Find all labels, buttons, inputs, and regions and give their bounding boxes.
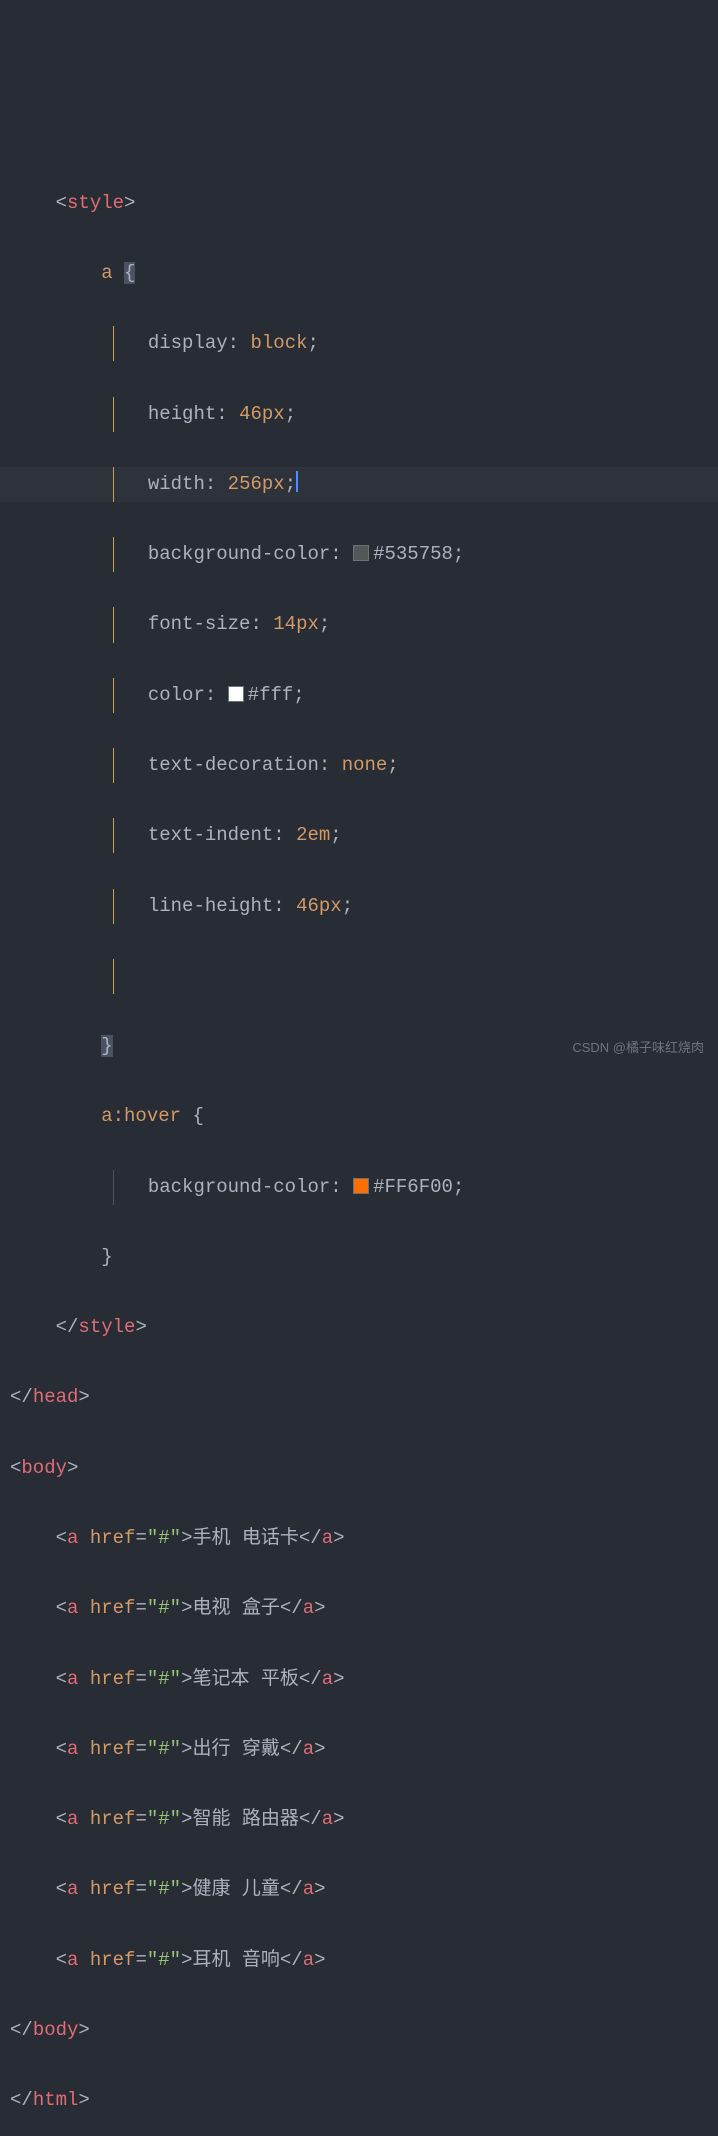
code-block: <style> a { display: block; height: 46px… (0, 151, 718, 2136)
line-height: height: 46px; (0, 397, 718, 432)
line-display: display: block; (0, 326, 718, 361)
line-selector-a: a { (0, 256, 718, 291)
line-textindent: text-indent: 2em; (0, 818, 718, 853)
line-selector-hover: a:hover { (0, 1099, 718, 1134)
line-link-1: <a href="#">电视 盒子</a> (0, 1591, 718, 1626)
line-fontsize: font-size: 14px; (0, 607, 718, 642)
line-width-current: width: 256px; (0, 467, 718, 502)
line-close-brace-2: } (0, 1240, 718, 1275)
line-body-close: </body> (0, 2013, 718, 2048)
line-style-open: <style> (0, 186, 718, 221)
line-lineheight: line-height: 46px; (0, 889, 718, 924)
line-link-5: <a href="#">健康 儿童</a> (0, 1872, 718, 1907)
line-hover-bg: background-color: #FF6F00; (0, 1170, 718, 1205)
line-bgcolor: background-color: #535758; (0, 537, 718, 572)
line-body-open: <body> (0, 1451, 718, 1486)
line-link-0: <a href="#">手机 电话卡</a> (0, 1521, 718, 1556)
line-head-close: </head> (0, 1380, 718, 1415)
line-style-close: </style> (0, 1310, 718, 1345)
line-textdec: text-decoration: none; (0, 748, 718, 783)
line-color: color: #fff; (0, 678, 718, 713)
line-html-close: </html> (0, 2083, 718, 2118)
color-swatch (228, 686, 244, 702)
color-swatch (353, 1178, 369, 1194)
text-cursor (296, 471, 298, 492)
line-blank (0, 959, 718, 994)
line-link-6: <a href="#">耳机 音响</a> (0, 1943, 718, 1978)
line-link-4: <a href="#">智能 路由器</a> (0, 1802, 718, 1837)
color-swatch (353, 545, 369, 561)
line-link-3: <a href="#">出行 穿戴</a> (0, 1732, 718, 1767)
watermark: CSDN @橘子味红烧肉 (572, 1036, 704, 1060)
line-link-2: <a href="#">笔记本 平板</a> (0, 1662, 718, 1697)
